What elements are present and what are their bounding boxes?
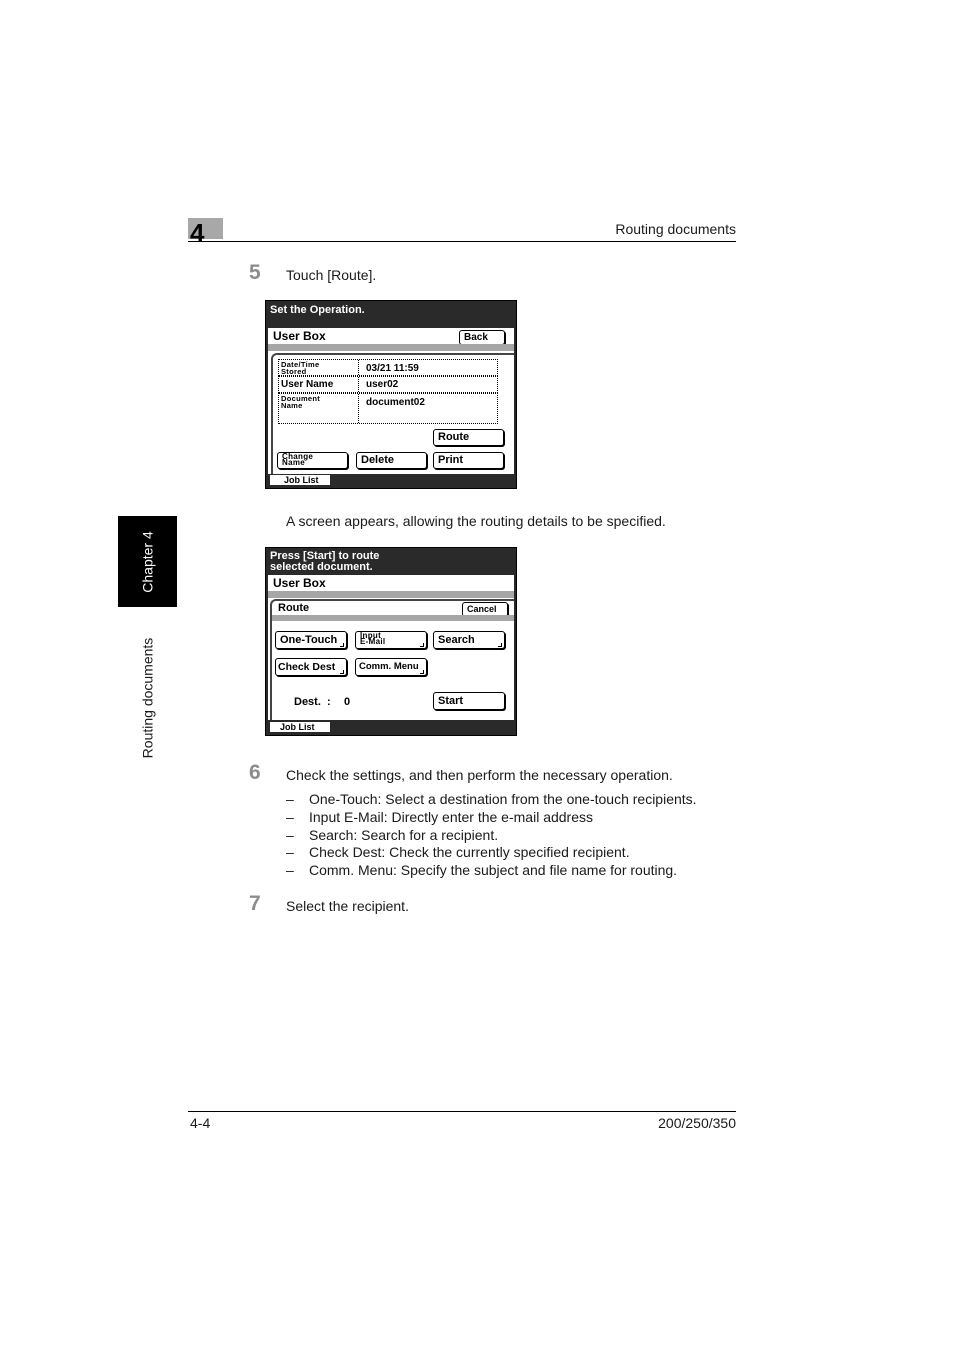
row-separator [358, 377, 359, 392]
dest-count: 0 [344, 696, 351, 708]
row-separator [358, 360, 359, 375]
model-number: 200/250/350 [658, 1115, 736, 1131]
step-number: 5 [249, 261, 261, 284]
operation-list: – One-Touch: Select a destination from th… [286, 791, 697, 880]
step-text: Touch [Route]. [286, 267, 377, 283]
list-item: – One-Touch: Select a destination from th… [286, 791, 697, 809]
check-dest-button[interactable]: Check Dest [275, 658, 347, 676]
route-button[interactable]: Route [433, 429, 504, 446]
job-list-bar: Job List [268, 475, 514, 486]
chapter-number: 4 [190, 218, 205, 248]
user-box-label: User Box [273, 576, 326, 590]
user-name-label: User Name [281, 379, 334, 390]
print-button[interactable]: Print [433, 452, 504, 469]
route-panel-inner: Route Cancel One-Touch Input E-Mail Sear… [270, 599, 514, 720]
screen-title: Set the Operation. [270, 304, 365, 316]
search-button[interactable]: Search [433, 631, 505, 649]
one-touch-button[interactable]: One-Touch [275, 631, 347, 649]
route-panel-title: Route [278, 602, 310, 614]
dash-marker: – [286, 844, 294, 861]
section-title: Routing documents [615, 221, 736, 237]
delete-button[interactable]: Delete [356, 452, 427, 469]
sub-screen-corner-icon [420, 643, 424, 647]
list-item-text: One-Touch: Select a destination from the… [309, 791, 697, 807]
input-email-line2: E-Mail [360, 637, 386, 646]
list-item-text: Comm. Menu: Specify the subject and file… [309, 862, 678, 879]
list-item: – Comm. Menu: Specify the subject and fil… [286, 862, 697, 880]
change-name-button[interactable]: Change Name [277, 452, 348, 469]
side-chapter-label-wrap: Chapter 4 [118, 516, 177, 607]
list-item: – Check Dest: Check the currently specifi… [286, 844, 697, 862]
screen-title: Press [Start] to route selected document… [270, 551, 379, 573]
route-gray-bar [272, 615, 514, 621]
step-text: Check the settings, and then perform the… [286, 767, 673, 783]
list-item-text: Input E-Mail: Directly enter the e-mail … [309, 808, 593, 825]
date-value: 03/21 11:59 [366, 363, 419, 374]
info-row-date: Date/Time Stored 03/21 11:59 [278, 359, 498, 376]
list-item-text: Search: Search for a recipient. [309, 826, 499, 843]
sub-screen-corner-icon [420, 670, 424, 674]
job-list-bar: Job List [268, 722, 514, 733]
document-name-value: document02 [366, 397, 425, 408]
dash-marker: – [286, 808, 294, 825]
date-label: Date/Time Stored [281, 361, 319, 376]
info-row-user: User Name user02 [278, 376, 498, 393]
step-text: Select the recipient. [286, 898, 409, 914]
check-dest-label: Check Dest [278, 661, 336, 673]
document-panel-inner: Date/Time Stored 03/21 11:59 User Name u… [271, 353, 514, 474]
screen-title-line2: selected document. [270, 561, 373, 573]
comm-menu-button[interactable]: Comm. Menu [355, 658, 427, 676]
list-item: – Input E-Mail: Directly enter the e-mail… [286, 809, 697, 827]
description-text: A screen appears, allowing the routing d… [286, 513, 666, 529]
document-panel: Date/Time Stored 03/21 11:59 User Name u… [268, 351, 514, 474]
screen-set-operation: Set the Operation. User Box Back Date/Ti… [265, 300, 517, 489]
sub-screen-corner-icon [340, 670, 344, 674]
row-separator [358, 394, 359, 423]
footer-divider [188, 1111, 736, 1112]
step-number: 6 [249, 761, 261, 784]
dash-marker: – [286, 862, 294, 879]
search-label: Search [438, 634, 475, 646]
sub-screen-corner-icon [340, 643, 344, 647]
back-button[interactable]: Back [459, 330, 505, 345]
document-label-line2: Name [281, 401, 303, 410]
route-panel: Route Cancel One-Touch Input E-Mail Sear… [268, 598, 514, 720]
document-name-label: Document Name [281, 395, 320, 410]
job-list-tab[interactable]: Job List [270, 475, 330, 485]
one-touch-label: One-Touch [280, 634, 338, 646]
side-section-label: Routing documents [139, 637, 156, 758]
comm-menu-label: Comm. Menu [359, 661, 419, 672]
page-number: 4-4 [190, 1115, 211, 1131]
start-button[interactable]: Start [433, 692, 505, 710]
side-section-label-wrap: Routing documents [118, 620, 177, 775]
user-box-label: User Box [273, 329, 326, 343]
dash-marker: – [286, 791, 294, 807]
header-gray-bar [268, 591, 514, 598]
list-item-text: Check Dest: Check the currently specifie… [309, 844, 630, 861]
step-number: 7 [249, 892, 261, 915]
user-box-header: User Box [268, 575, 514, 591]
change-name-line2: Name [282, 458, 305, 467]
date-label-line2: Stored [281, 367, 307, 376]
dest-label: Dest. : [294, 696, 331, 708]
screen-route: Press [Start] to route selected document… [265, 547, 517, 736]
side-chapter-label: Chapter 4 [139, 530, 156, 593]
input-email-button[interactable]: Input E-Mail [355, 631, 427, 649]
info-row-document: Document Name document02 [278, 393, 498, 424]
sub-screen-corner-icon [498, 643, 502, 647]
job-list-tab[interactable]: Job List [270, 722, 330, 732]
header-gray-bar [268, 344, 514, 351]
user-name-value: user02 [366, 379, 399, 390]
list-item: – Search: Search for a recipient. [286, 827, 697, 845]
dash-marker: – [286, 826, 294, 843]
header-divider [188, 241, 736, 242]
